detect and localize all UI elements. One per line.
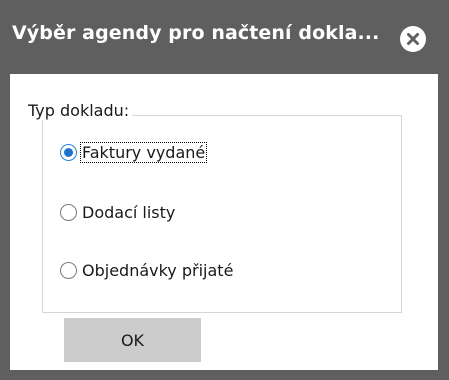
radio-option-dodaci-listy[interactable]: Dodací listy: [60, 200, 176, 224]
radio-label: Objednávky přijaté: [82, 260, 234, 280]
close-x-glyph: [407, 33, 419, 45]
radio-label: Dodací listy: [82, 202, 176, 222]
radio-button[interactable]: [60, 261, 77, 279]
radio-option-faktury-vydane[interactable]: Faktury vydané: [60, 140, 208, 164]
close-icon[interactable]: [400, 26, 426, 52]
group-legend: Typ dokladu:: [25, 101, 133, 120]
dialog-content: Typ dokladu: Faktury vydané Dodací listy…: [10, 74, 438, 370]
radio-option-objednavky-prijate[interactable]: Objednávky přijaté: [60, 258, 234, 282]
radio-label: Faktury vydané: [79, 141, 208, 163]
radio-button-selected[interactable]: [60, 143, 77, 161]
radio-button[interactable]: [60, 203, 77, 221]
dialog-window: Výběr agendy pro načtení dokla... Typ do…: [0, 0, 449, 380]
ok-button[interactable]: OK: [64, 318, 201, 362]
window-title: Výběr agendy pro načtení dokla...: [12, 22, 380, 44]
